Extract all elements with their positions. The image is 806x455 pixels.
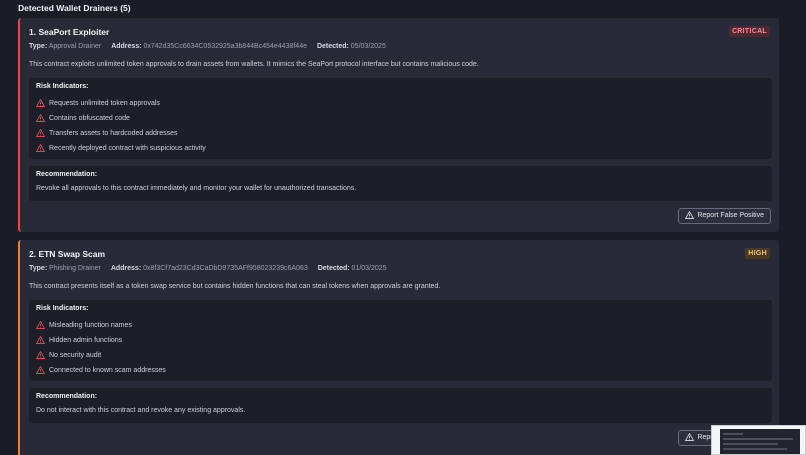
- card-meta: Type: Phishing Drainer Address: 0x8f3Cf7…: [29, 265, 387, 272]
- report-false-positive-button[interactable]: Report False Positive: [678, 208, 771, 224]
- detected-value: 01/03/2025: [351, 265, 387, 272]
- card-header: 1. SeaPort Exploiter CRITICAL: [29, 26, 770, 38]
- warning-icon: [36, 114, 45, 123]
- risk-item: Requests unlimited token approvals: [36, 99, 160, 108]
- card-description: This contract presents itself as a token…: [29, 283, 441, 290]
- card-title: 1. SeaPort Exploiter: [29, 27, 110, 37]
- type-value: Phishing Drainer: [49, 265, 101, 272]
- detected-label: Detected:: [317, 265, 350, 272]
- recommendation-text: Revoke all approvals to this contract im…: [36, 185, 357, 192]
- drainer-card: 2. ETN Swap Scam HIGH Type: Phishing Dra…: [18, 240, 779, 455]
- risk-item: Recently deployed contract with suspicio…: [36, 144, 206, 153]
- risk-item: Contains obfuscated code: [36, 114, 130, 123]
- warning-icon: [36, 336, 45, 345]
- risk-item: Misleading function names: [36, 321, 132, 330]
- warning-icon: [685, 211, 695, 220]
- type-label: Type:: [29, 43, 48, 50]
- risk-indicators-box: Risk Indicators: Requests unlimited toke…: [29, 78, 772, 159]
- screenshot-thumbnail[interactable]: [711, 425, 806, 455]
- section-title: Detected Wallet Drainers (5): [18, 3, 131, 13]
- detected-value: 05/03/2025: [350, 43, 386, 50]
- card-description: This contract exploits unlimited token a…: [29, 61, 479, 68]
- type-label: Type:: [29, 265, 48, 272]
- risk-indicators-title: Risk Indicators:: [36, 83, 89, 90]
- drainer-card: 1. SeaPort Exploiter CRITICAL Type: Appr…: [18, 18, 779, 232]
- recommendation-title: Recommendation:: [36, 393, 98, 400]
- type-value: Approval Drainer: [48, 43, 102, 50]
- card-meta: Type: Approval Drainer Address: 0x742d35…: [29, 43, 386, 50]
- warning-icon: [36, 129, 45, 138]
- address-label: Address:: [111, 43, 142, 50]
- report-button-label: Report False Positive: [697, 212, 764, 219]
- address-value[interactable]: 0x8f3Cf7ad23Cd3CaDbD9735AFf958023239c6A0…: [143, 265, 308, 272]
- card-header: 2. ETN Swap Scam HIGH: [29, 248, 770, 260]
- warning-icon: [685, 433, 695, 442]
- risk-item: Connected to known scam addresses: [36, 366, 166, 375]
- risk-indicators-title: Risk Indicators:: [36, 305, 89, 312]
- severity-badge: HIGH: [745, 248, 770, 259]
- risk-item: Transfers assets to hardcoded addresses: [36, 129, 178, 138]
- address-value[interactable]: 0x742d35Cc6634C0532925a3b844Bc454e4438f4…: [144, 43, 307, 50]
- card-title: 2. ETN Swap Scam: [29, 249, 106, 259]
- address-label: Address:: [110, 265, 142, 272]
- warning-icon: [36, 321, 45, 330]
- warning-icon: [36, 351, 45, 360]
- thumbnail-preview: [720, 429, 800, 454]
- warning-icon: [36, 366, 45, 375]
- severity-badge: CRITICAL: [728, 26, 770, 37]
- warning-icon: [36, 99, 45, 108]
- risk-item: Hidden admin functions: [36, 336, 122, 345]
- recommendation-box: Recommendation: Do not interact with thi…: [29, 388, 772, 423]
- warning-icon: [36, 144, 45, 153]
- recommendation-text: Do not interact with this contract and r…: [36, 407, 246, 414]
- recommendation-box: Recommendation: Revoke all approvals to …: [29, 166, 772, 201]
- risk-indicators-box: Risk Indicators: Misleading function nam…: [29, 300, 772, 381]
- detected-label: Detected:: [316, 43, 349, 50]
- recommendation-title: Recommendation:: [36, 171, 98, 178]
- risk-item: No security audit: [36, 351, 101, 360]
